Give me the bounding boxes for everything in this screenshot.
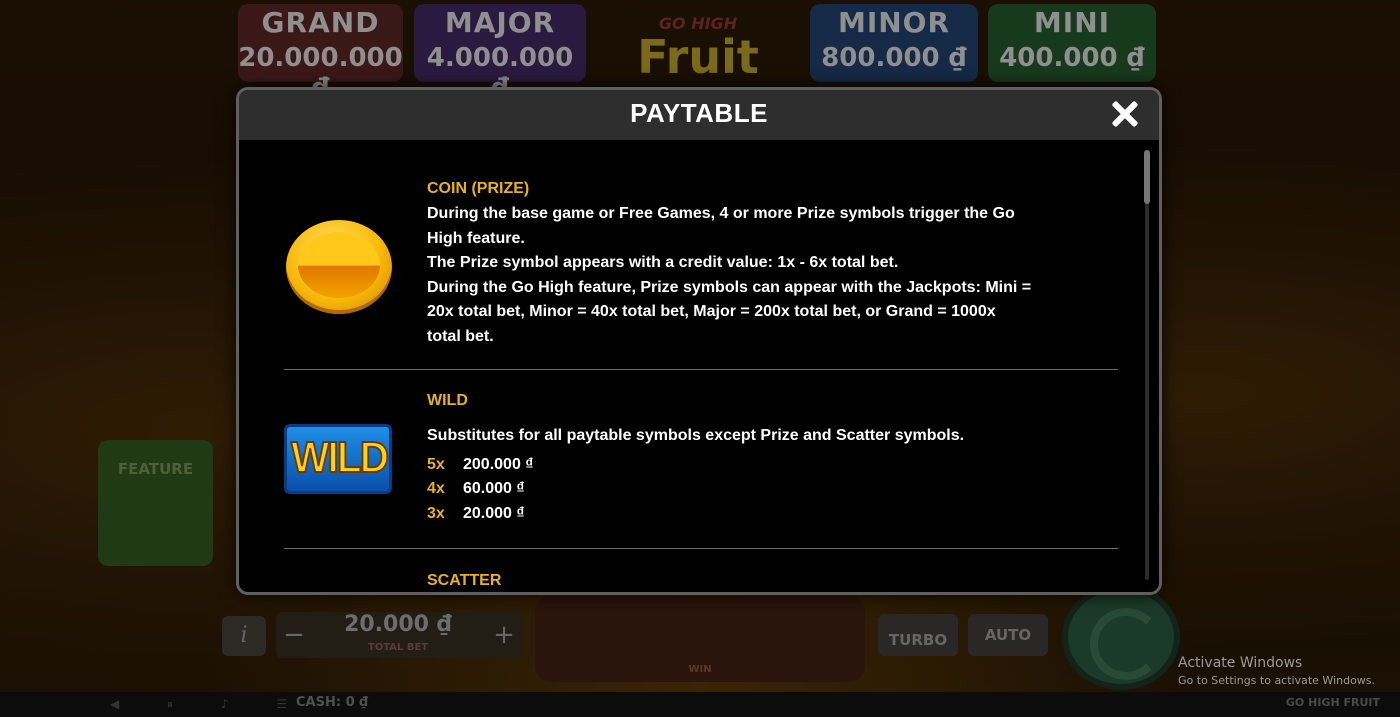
- windows-activation-watermark: Activate Windows Go to Settings to activ…: [1178, 655, 1375, 687]
- paytable-entry-coin: COIN (PRIZE) During the base game or Fre…: [427, 180, 1159, 349]
- coin-inner: [298, 232, 380, 298]
- description-line: The Prize symbol appears with a credit v…: [427, 254, 899, 271]
- watermark-subtitle: Go to Settings to activate Windows.: [1178, 674, 1376, 687]
- symbol-title: SCATTER: [427, 572, 502, 589]
- coin-icon: [286, 220, 392, 314]
- watermark-title: Activate Windows: [1178, 655, 1303, 671]
- jackpot-name: MAJOR: [444, 6, 556, 39]
- symbol-title: WILD: [427, 392, 468, 409]
- description-line: total bet.: [427, 327, 494, 345]
- pay-count: 3x: [427, 504, 445, 522]
- buy-feature-button[interactable]: FEATURE: [98, 440, 213, 566]
- pay-count: 4x: [427, 480, 445, 497]
- paytable-entry-wild: WILD Substitutes for all paytable symbol…: [427, 392, 1159, 526]
- entry-divider: [284, 548, 1118, 549]
- jackpot-value: 800.000 ₫: [821, 43, 967, 73]
- pay-row: 4x 60.000 ₫: [427, 477, 1159, 502]
- game-logo: GO HIGH Fruit: [598, 6, 798, 88]
- jackpot-name: MINOR: [837, 6, 951, 39]
- scrollbar-track[interactable]: [1145, 150, 1149, 580]
- description-line: High feature.: [427, 229, 525, 247]
- scrollbar-thumb[interactable]: [1144, 150, 1150, 204]
- pay-row: 5x 200.000 ₫: [427, 453, 1159, 478]
- pay-amount: 60.000 ₫: [463, 480, 525, 497]
- wild-icon: WILD: [284, 424, 392, 494]
- paytable-modal: PAYTABLE COIN (PRIZE) During the base ga…: [236, 87, 1162, 595]
- jackpot-grand: GRAND 20.000.000 ₫: [238, 4, 403, 103]
- jackpot-major: MAJOR 4.000.000 ₫: [414, 4, 586, 103]
- pay-list: 5x 200.000 ₫ 4x 60.000 ₫ 3x 20.000 ₫: [427, 453, 1159, 527]
- pay-amount: 200.000 ₫: [463, 455, 534, 473]
- symbol-description: Substitutes for all paytable symbols exc…: [427, 427, 965, 444]
- description-line: 20x total bet, Minor = 40x total bet, Ma…: [427, 303, 996, 320]
- modal-title: PAYTABLE: [630, 98, 768, 128]
- close-icon[interactable]: [1107, 96, 1143, 132]
- pay-count: 5x: [427, 455, 445, 473]
- jackpot-minor: MINOR 800.000 ₫: [810, 4, 978, 82]
- symbol-description: During the base game or Free Games, 4 or…: [427, 202, 1159, 349]
- jackpot-name: GRAND: [261, 6, 380, 39]
- jackpot-value: 400.000 ₫: [999, 43, 1145, 73]
- paytable-content: COIN (PRIZE) During the base game or Fre…: [239, 140, 1159, 592]
- description-line: During the Go High feature, Prize symbol…: [427, 278, 1032, 296]
- pay-row: 3x 20.000 ₫: [427, 502, 1159, 527]
- symbol-title: COIN (PRIZE): [427, 180, 530, 197]
- pay-amount: 20.000 ₫: [463, 504, 525, 522]
- logo-line2: Fruit: [637, 30, 759, 84]
- feature-label: FEATURE: [117, 460, 194, 478]
- jackpot-mini: MINI 400.000 ₫: [988, 4, 1156, 82]
- jackpot-name: MINI: [1033, 6, 1111, 39]
- description-line: During the base game or Free Games, 4 or…: [427, 205, 1015, 222]
- paytable-entry-scatter: SCATTER: [427, 572, 1159, 590]
- wild-icon-text: WILD: [290, 432, 390, 483]
- entry-divider: [284, 369, 1118, 370]
